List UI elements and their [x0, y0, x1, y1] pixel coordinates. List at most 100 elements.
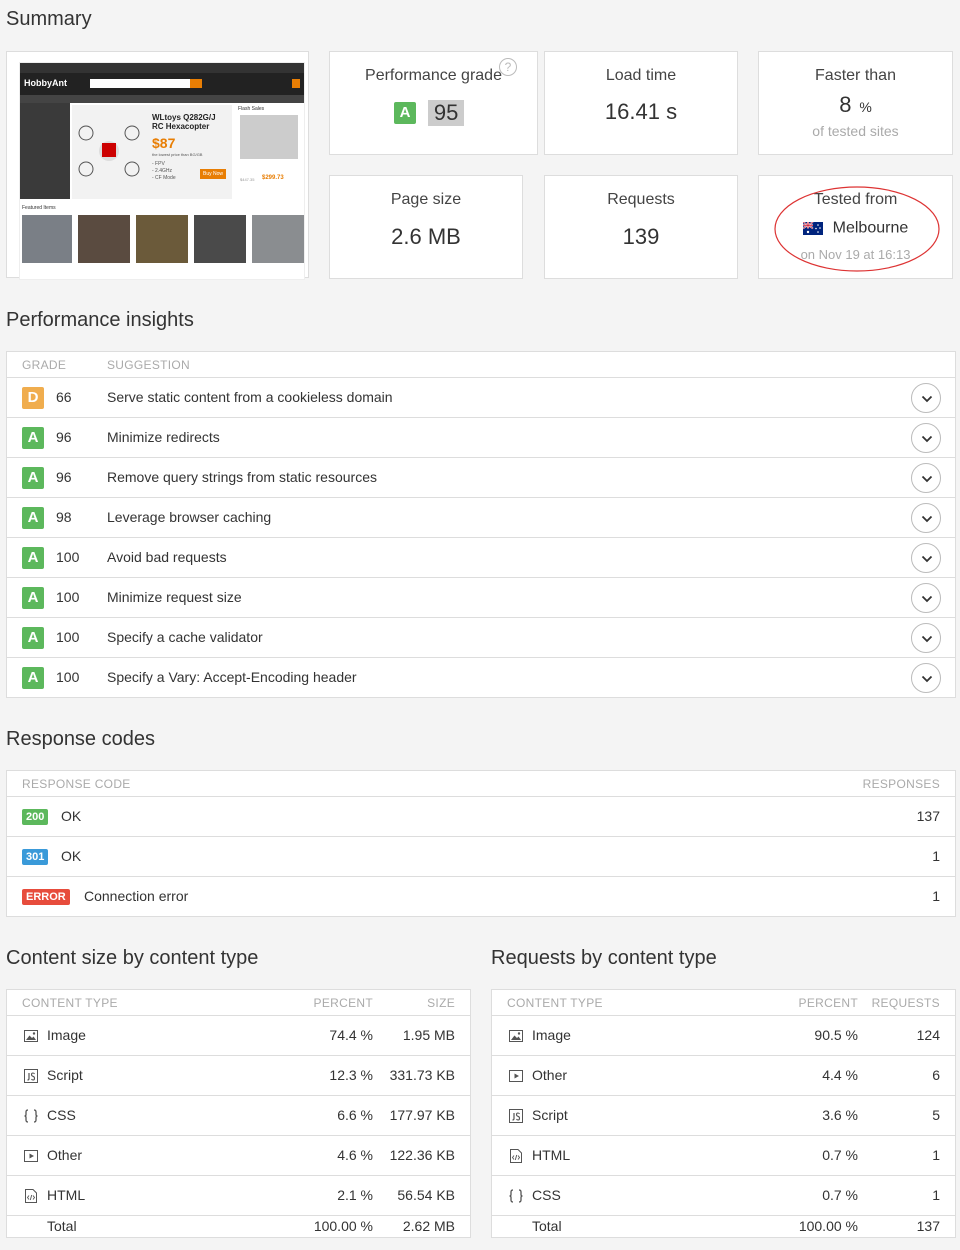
insight-row[interactable]: A 100 Specify a cache validator	[7, 618, 955, 658]
page-screenshot-card[interactable]: HobbyAnt WLtoys Q282G/J RC Hexacopter $8…	[6, 51, 309, 280]
content-type-percent: 4.6 %	[337, 1147, 373, 1163]
content-type-name: Image	[532, 1027, 571, 1043]
insight-row[interactable]: A 96 Minimize redirects	[7, 418, 955, 458]
load-time-value: 16.41 s	[604, 99, 678, 124]
insight-row[interactable]: A 98 Leverage browser caching	[7, 498, 955, 538]
css-icon	[23, 1108, 39, 1124]
html-icon	[508, 1148, 524, 1164]
content-type-row: CSS 0.7 % 1	[492, 1176, 955, 1216]
content-type-row: Image 74.4 % 1.95 MB	[7, 1016, 470, 1056]
grade-badge: A	[22, 467, 44, 489]
content-type-percent: 4.4 %	[822, 1067, 858, 1083]
content-type-percent: 74.4 %	[329, 1027, 373, 1043]
expand-button[interactable]	[911, 423, 941, 453]
content-size-table: CONTENT TYPE PERCENT SIZE Image 74.4 % 1.9…	[6, 989, 471, 1238]
grade-badge: A	[22, 667, 44, 689]
total-percent: 100.00 %	[313, 1218, 373, 1234]
content-type-percent: 90.5 %	[814, 1027, 858, 1043]
response-code-row: ERROR Connection error 1	[7, 877, 955, 917]
insight-row[interactable]: A 96 Remove query strings from static reso…	[7, 458, 955, 498]
expand-button[interactable]	[911, 383, 941, 413]
insight-row[interactable]: A 100 Minimize request size	[7, 578, 955, 618]
script-icon	[508, 1108, 524, 1124]
insight-row[interactable]: A 100 Avoid bad requests	[7, 538, 955, 578]
faster-than-value: 8	[839, 92, 852, 117]
faster-than-card: Faster than 8 % of tested sites	[758, 51, 953, 155]
requests-by-type-header: CONTENT TYPE PERCENT REQUESTS	[492, 990, 955, 1016]
insight-score: 100	[56, 549, 80, 565]
grade-badge: D	[22, 387, 44, 409]
requests-card: Requests 139	[544, 175, 738, 279]
content-type-row: HTML 0.7 % 1	[492, 1136, 955, 1176]
content-type-row: HTML 2.1 % 56.54 KB	[7, 1176, 470, 1216]
expand-button[interactable]	[911, 543, 941, 573]
content-type-name: Other	[532, 1067, 568, 1083]
script-icon	[23, 1068, 39, 1084]
col-percent: PERCENT	[798, 996, 858, 1010]
content-type-name: Image	[47, 1027, 86, 1043]
content-type-percent: 3.6 %	[822, 1107, 858, 1123]
content-type-requests: 6	[932, 1067, 940, 1083]
total-label: Total	[532, 1218, 562, 1234]
requests-value: 139	[622, 224, 660, 249]
requests-by-type-total-row: Total 100.00 % 137	[492, 1216, 955, 1238]
content-type-size: 177.97 KB	[389, 1107, 455, 1123]
insight-row[interactable]: D 66 Serve static content from a cookieles…	[7, 378, 955, 418]
total-requests: 137	[916, 1218, 940, 1234]
expand-button[interactable]	[911, 583, 941, 613]
requests-label: Requests	[607, 191, 675, 208]
load-time-card: Load time 16.41 s	[544, 51, 738, 155]
response-code-row: 301 OK 1	[7, 837, 955, 877]
expand-button[interactable]	[911, 663, 941, 693]
status-badge: ERROR	[22, 889, 70, 905]
content-type-name: Script	[47, 1067, 83, 1083]
faster-than-unit: %	[859, 99, 872, 115]
insight-suggestion: Specify a cache validator	[107, 629, 263, 645]
insight-row[interactable]: A 100 Specify a Vary: Accept-Encoding head…	[7, 658, 955, 698]
performance-grade-letter: A	[394, 101, 416, 124]
col-content-type: CONTENT TYPE	[507, 996, 603, 1010]
expand-button[interactable]	[911, 623, 941, 653]
content-size-header: CONTENT TYPE PERCENT SIZE	[7, 990, 470, 1016]
total-label: Total	[47, 1218, 77, 1234]
content-type-size: 122.36 KB	[389, 1147, 455, 1163]
insight-suggestion: Avoid bad requests	[107, 549, 227, 565]
thumb-logo: HobbyAnt	[24, 78, 67, 88]
grade-badge: A	[22, 587, 44, 609]
insight-suggestion: Remove query strings from static resourc…	[107, 469, 377, 485]
expand-button[interactable]	[911, 503, 941, 533]
grade-badge: A	[22, 507, 44, 529]
thumb-promo-price: $87	[152, 135, 176, 151]
status-badge: 200	[22, 809, 49, 825]
expand-button[interactable]	[911, 463, 941, 493]
content-type-name: Script	[532, 1107, 568, 1123]
insight-score: 96	[56, 469, 72, 485]
insight-suggestion: Leverage browser caching	[107, 509, 272, 525]
grade-badge: A	[22, 547, 44, 569]
performance-grade-card: Performance grade ? A 95	[329, 51, 538, 155]
css-icon	[508, 1188, 524, 1204]
insight-score: 96	[56, 429, 72, 445]
content-type-percent: 6.6 %	[337, 1107, 373, 1123]
insight-suggestion: Minimize redirects	[107, 429, 220, 445]
content-type-size: 331.73 KB	[389, 1067, 455, 1083]
content-type-requests: 5	[932, 1107, 940, 1123]
load-time-label: Load time	[605, 67, 677, 84]
image-icon	[508, 1028, 524, 1044]
content-size-total-row: Total 100.00 % 2.62 MB	[7, 1216, 470, 1238]
other-icon	[508, 1068, 524, 1084]
tested-from-card: Tested from Melbourne on Nov 19 at 16:13	[758, 175, 953, 279]
content-type-requests: 1	[932, 1187, 940, 1203]
content-type-row: CSS 6.6 % 177.97 KB	[7, 1096, 470, 1136]
content-type-row: Other 4.4 % 6	[492, 1056, 955, 1096]
question-circle-icon[interactable]: ?	[499, 58, 517, 76]
grade-badge: A	[22, 627, 44, 649]
content-size-heading: Content size by content type	[6, 947, 259, 969]
content-type-percent: 0.7 %	[822, 1187, 858, 1203]
image-icon	[23, 1028, 39, 1044]
faster-than-sub: of tested sites	[812, 123, 899, 139]
page-size-value: 2.6 MB	[391, 224, 461, 249]
total-percent: 100.00 %	[798, 1218, 858, 1234]
col-requests: REQUESTS	[871, 996, 940, 1010]
insight-score: 100	[56, 629, 80, 645]
